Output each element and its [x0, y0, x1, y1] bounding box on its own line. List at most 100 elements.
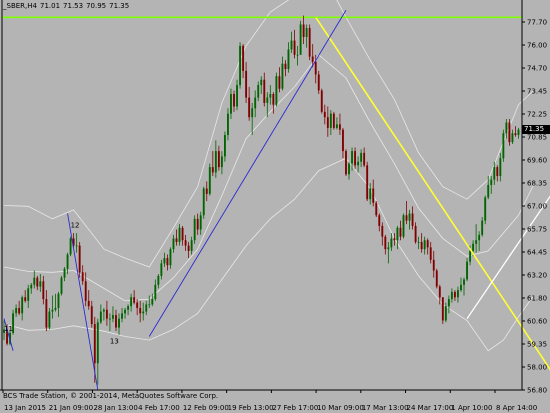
- candle: [393, 233, 396, 246]
- candle: [254, 90, 257, 118]
- price-tick-label: 77.70: [527, 19, 547, 27]
- candle: [457, 286, 459, 303]
- candle: [257, 81, 260, 102]
- symbol-info: _SBER,H4 71.01 71.53 70.95 71.35: [3, 2, 132, 10]
- candle: [345, 149, 347, 177]
- candle: [96, 318, 99, 385]
- candle: [423, 236, 426, 255]
- candle: [145, 300, 148, 316]
- candle: [60, 275, 63, 296]
- price-tick-label: 58.00: [527, 364, 547, 372]
- candle: [90, 300, 93, 328]
- yellow-trendline[interactable]: [315, 16, 550, 390]
- candle: [453, 290, 456, 301]
- candle: [375, 201, 378, 218]
- candle: [302, 15, 305, 45]
- candle: [329, 110, 332, 136]
- candle: [432, 250, 435, 278]
- candle: [139, 300, 142, 323]
- candle: [178, 224, 181, 246]
- price-tick-label: 68.35: [527, 180, 547, 188]
- symbol-name: _SBER,H4: [3, 2, 37, 10]
- candle: [127, 304, 130, 316]
- candle: [348, 161, 350, 180]
- candle: [214, 140, 217, 178]
- time-tick-label: 10 Mar 09:00: [317, 404, 364, 412]
- candle: [293, 29, 296, 59]
- candle: [199, 211, 202, 235]
- close-value: 71.35: [109, 2, 130, 10]
- candle: [196, 213, 199, 235]
- chart-canvas[interactable]: 12 13 11 77.70 76.00 74.70 73.45 72.25 70.85 69.…: [0, 0, 550, 413]
- candle: [108, 313, 111, 332]
- candle: [242, 44, 245, 78]
- candle: [160, 259, 163, 280]
- price-tick-label: 56.80: [527, 387, 547, 395]
- candle: [181, 225, 184, 246]
- candle: [396, 225, 399, 250]
- candle: [202, 186, 205, 219]
- candle: [466, 258, 468, 282]
- price-tick-label: 63.20: [527, 272, 547, 280]
- candle: [369, 183, 372, 205]
- price-tick-label: 74.70: [527, 65, 547, 73]
- candle: [387, 242, 390, 264]
- candle: [223, 131, 226, 162]
- candle: [54, 293, 57, 312]
- candle: [124, 307, 126, 319]
- candle: [390, 233, 393, 251]
- candle: [30, 283, 33, 294]
- candle: [308, 24, 311, 61]
- candle: [136, 299, 139, 316]
- candle: [299, 20, 302, 55]
- candle: [420, 233, 423, 253]
- candle: [487, 176, 490, 200]
- chart-window[interactable]: 12 13 11 77.70 76.00 74.70 73.45 72.25 70.85 69.…: [0, 0, 550, 413]
- time-tick-label: 13 Jan 2015: [4, 404, 46, 412]
- candle: [402, 213, 405, 239]
- candle: [426, 238, 429, 255]
- candle: [399, 220, 402, 241]
- candle: [21, 295, 24, 321]
- candle: [338, 113, 341, 136]
- blue-trendline[interactable]: [67, 213, 99, 391]
- candle: [475, 224, 478, 253]
- candle: [112, 306, 114, 323]
- price-tick-label: 70.85: [527, 134, 547, 142]
- candle: [27, 284, 30, 308]
- candle: [320, 88, 323, 114]
- candle: [230, 88, 232, 119]
- candle: [42, 275, 45, 305]
- candle: [157, 274, 160, 289]
- blue-trendline[interactable]: [3, 318, 14, 351]
- trendlines: [3, 9, 550, 391]
- candle: [484, 195, 487, 225]
- candle: [372, 179, 375, 207]
- time-tick-label: 28 Jan 13:00: [93, 404, 137, 412]
- candle: [227, 108, 229, 141]
- time-tick-label: 21 Jan 09:00: [49, 404, 93, 412]
- candle: [384, 234, 387, 255]
- candle: [236, 79, 238, 111]
- candle: [417, 236, 420, 250]
- candle: [187, 242, 190, 259]
- candle: [460, 277, 462, 292]
- candle: [517, 127, 520, 139]
- candle: [323, 104, 326, 125]
- candle: [450, 288, 453, 303]
- current-price-badge: 71.35: [522, 125, 550, 134]
- candle: [378, 213, 381, 232]
- price-tick-label: 76.00: [527, 42, 547, 50]
- candle: [57, 291, 60, 317]
- candle: [51, 295, 54, 319]
- candle: [148, 295, 151, 308]
- candle: [511, 129, 514, 144]
- candle: [335, 117, 338, 130]
- time-tick-label: 27 Feb 17:00: [272, 404, 318, 412]
- price-tick-label: 64.45: [527, 249, 547, 257]
- candle: [184, 234, 187, 251]
- time-tick-label: 12 Feb 09:00: [183, 404, 229, 412]
- candle: [115, 309, 117, 332]
- time-tick-label: 8 Apr 14:00: [496, 404, 537, 412]
- candle: [118, 313, 120, 335]
